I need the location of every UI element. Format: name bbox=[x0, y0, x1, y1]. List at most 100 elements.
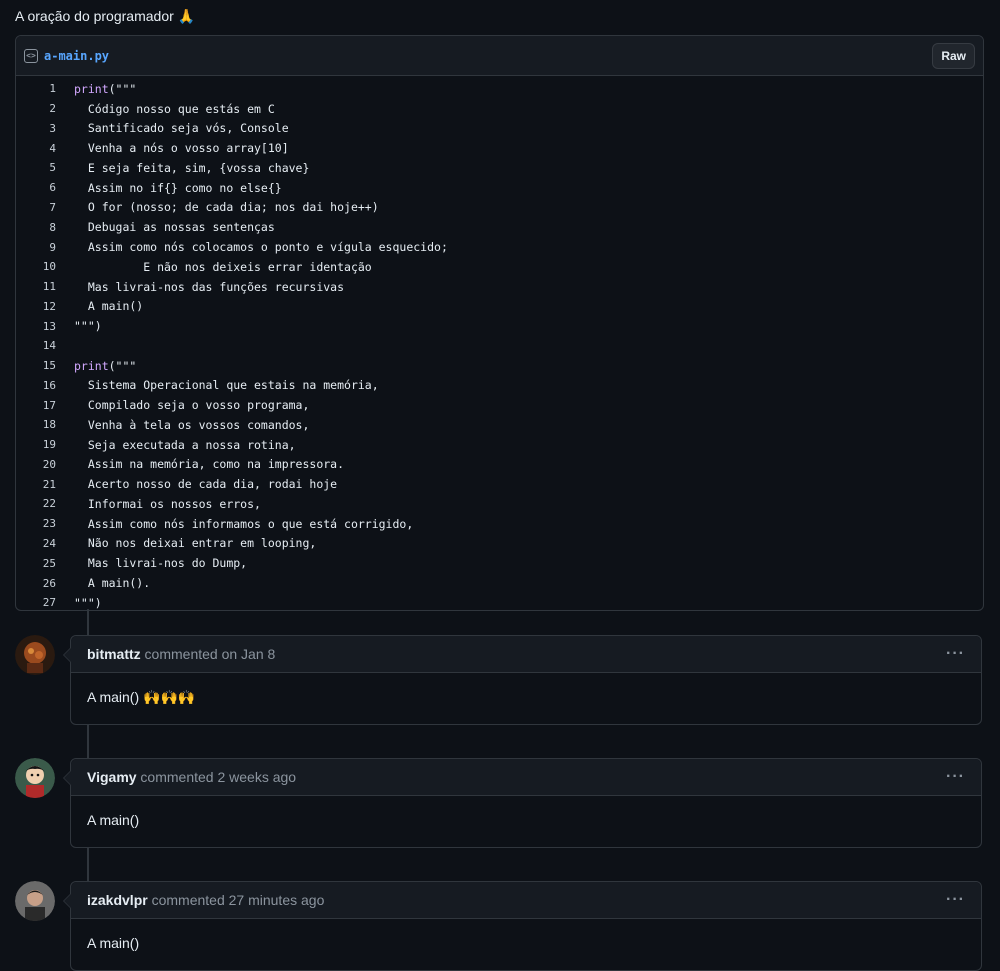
comment: bitmattz commented on Jan 8 ··· A main()… bbox=[63, 635, 982, 725]
line-number[interactable]: 19 bbox=[16, 438, 74, 451]
code-text: Sistema Operacional que estais na memóri… bbox=[74, 378, 379, 393]
line-number[interactable]: 5 bbox=[16, 161, 74, 174]
comment: Vigamy commented 2 weeks ago ··· A main(… bbox=[63, 758, 982, 848]
code-line: 1 print(""" bbox=[16, 79, 983, 99]
code-body: 1 print(""" 2 Código nosso que estás em C3… bbox=[16, 76, 983, 610]
line-number[interactable]: 3 bbox=[16, 122, 74, 135]
code-text: Seja executada a nossa rotina, bbox=[74, 437, 296, 452]
code-file-icon: <> bbox=[24, 48, 38, 63]
code-text: Assim como nós colocamos o ponto e vígul… bbox=[74, 240, 448, 254]
code-text: Mas livrai-nos das funções recursivas bbox=[74, 279, 345, 294]
code-line: 26 A main(). bbox=[16, 573, 983, 593]
avatar[interactable] bbox=[15, 881, 55, 921]
raw-button[interactable]: Raw bbox=[932, 42, 975, 69]
comment-body: A main() bbox=[87, 935, 140, 951]
line-number[interactable]: 4 bbox=[16, 142, 74, 155]
line-number[interactable]: 10 bbox=[16, 260, 74, 273]
line-number[interactable]: 21 bbox=[16, 478, 74, 491]
code-line: 17 Compilado seja o vosso programa, bbox=[16, 395, 983, 415]
comment-meta: commented 27 minutes ago bbox=[147, 892, 325, 908]
line-number[interactable]: 27 bbox=[16, 596, 74, 609]
comment-meta: commented on Jan 8 bbox=[140, 646, 276, 662]
code-line: 25 Mas livrai-nos do Dump, bbox=[16, 553, 983, 573]
line-number[interactable]: 8 bbox=[16, 221, 74, 234]
code-line: 19 Seja executada a nossa rotina, bbox=[16, 435, 983, 455]
code-line: 14 bbox=[16, 336, 983, 356]
comment-pointer bbox=[63, 770, 71, 786]
code-text: Não nos deixai entrar em looping, bbox=[74, 536, 317, 551]
code-line: 21 Acerto nosso de cada dia, rodai hoje bbox=[16, 474, 983, 494]
code-file-box: <> a-main.py Raw 1 print(""" 2 Código noss… bbox=[15, 35, 984, 611]
comment-body: A main() 🙌🙌🙌 bbox=[87, 689, 196, 705]
code-line: 23 Assim como nós informamos o que está … bbox=[16, 514, 983, 534]
comment-author[interactable]: Vigamy bbox=[87, 769, 137, 785]
code-line: 20 Assim na memória, como na impressora. bbox=[16, 455, 983, 475]
kebab-menu-icon[interactable]: ··· bbox=[946, 891, 965, 909]
keyword: print bbox=[74, 358, 109, 373]
avatar[interactable] bbox=[15, 758, 55, 798]
file-name-link[interactable]: a-main.py bbox=[44, 49, 109, 63]
line-number[interactable]: 12 bbox=[16, 300, 74, 313]
timeline-line bbox=[87, 609, 89, 636]
comment-author[interactable]: izakdvlpr bbox=[87, 892, 148, 908]
line-number[interactable]: 14 bbox=[16, 339, 74, 352]
code-line: 24 Não nos deixai entrar em looping, bbox=[16, 534, 983, 554]
code-text: A main() bbox=[74, 299, 144, 314]
code-line: 12 A main() bbox=[16, 296, 983, 316]
comment-body: A main() bbox=[87, 812, 140, 828]
line-number[interactable]: 1 bbox=[16, 82, 74, 95]
kebab-menu-icon[interactable]: ··· bbox=[946, 768, 965, 786]
code-text: print(""" bbox=[74, 81, 137, 96]
file-header: <> a-main.py Raw bbox=[16, 36, 983, 76]
line-number[interactable]: 17 bbox=[16, 399, 74, 412]
code-text: Compilado seja o vosso programa, bbox=[74, 398, 310, 413]
line-number[interactable]: 7 bbox=[16, 201, 74, 214]
comment-meta: commented 2 weeks ago bbox=[136, 769, 297, 785]
code-line: 8 Debugai as nossas sentenças bbox=[16, 217, 983, 237]
code-text: Assim no if{} como no else{} bbox=[74, 180, 282, 195]
code-text: Debugai as nossas sentenças bbox=[74, 220, 275, 235]
line-number[interactable]: 2 bbox=[16, 102, 74, 115]
code-line: 3 Santificado seja vós, Console bbox=[16, 119, 983, 139]
timeline-line bbox=[87, 848, 89, 881]
code-text: Santificado seja vós, Console bbox=[74, 121, 289, 136]
code-line: 4 Venha a nós o vosso array[10] bbox=[16, 138, 983, 158]
file-title: <> a-main.py bbox=[24, 48, 109, 63]
line-number[interactable]: 15 bbox=[16, 359, 74, 372]
code-text: E não nos deixeis errar identação bbox=[74, 259, 372, 274]
line-number[interactable]: 24 bbox=[16, 537, 74, 550]
line-number[interactable]: 20 bbox=[16, 458, 74, 471]
avatar[interactable] bbox=[15, 635, 55, 675]
code-line: 2 Código nosso que estás em C bbox=[16, 99, 983, 119]
code-line: 13 """) bbox=[16, 316, 983, 336]
line-number[interactable]: 23 bbox=[16, 517, 74, 530]
code-line: 27 """) bbox=[16, 593, 983, 610]
code-line: 15 print(""" bbox=[16, 356, 983, 376]
line-number[interactable]: 9 bbox=[16, 241, 74, 254]
line-number[interactable]: 25 bbox=[16, 557, 74, 570]
code-line: 16 Sistema Operacional que estais na mem… bbox=[16, 375, 983, 395]
comment-author[interactable]: bitmattz bbox=[87, 646, 141, 662]
code-text: Acerto nosso de cada dia, rodai hoje bbox=[74, 477, 338, 492]
line-number[interactable]: 26 bbox=[16, 577, 74, 590]
code-text: Venha a nós o vosso array[10] bbox=[74, 141, 289, 156]
line-number[interactable]: 18 bbox=[16, 418, 74, 431]
code-text: Assim como nós informamos o que está cor… bbox=[74, 516, 414, 531]
comment: izakdvlpr commented 27 minutes ago ··· A… bbox=[63, 881, 982, 971]
code-line: 18 Venha à tela os vossos comandos, bbox=[16, 415, 983, 435]
kebab-menu-icon[interactable]: ··· bbox=[946, 645, 965, 663]
code-text: Informai os nossos erros, bbox=[74, 496, 261, 511]
line-number[interactable]: 6 bbox=[16, 181, 74, 194]
code-text: A main(). bbox=[74, 576, 151, 591]
comment-header: izakdvlpr commented 27 minutes ago ··· bbox=[71, 882, 981, 919]
line-number[interactable]: 13 bbox=[16, 320, 74, 333]
line-number[interactable]: 11 bbox=[16, 280, 74, 293]
code-line: 9 Assim como nós colocamos o ponto e víg… bbox=[16, 237, 983, 257]
code-text: """) bbox=[74, 595, 102, 610]
gist-description: A oração do programador 🙏 bbox=[15, 8, 196, 24]
line-number[interactable]: 16 bbox=[16, 379, 74, 392]
code-text: Mas livrai-nos do Dump, bbox=[74, 556, 248, 571]
code-text: print(""" bbox=[74, 358, 137, 373]
code-text: Assim na memória, como na impressora. bbox=[74, 457, 345, 472]
line-number[interactable]: 22 bbox=[16, 497, 74, 510]
